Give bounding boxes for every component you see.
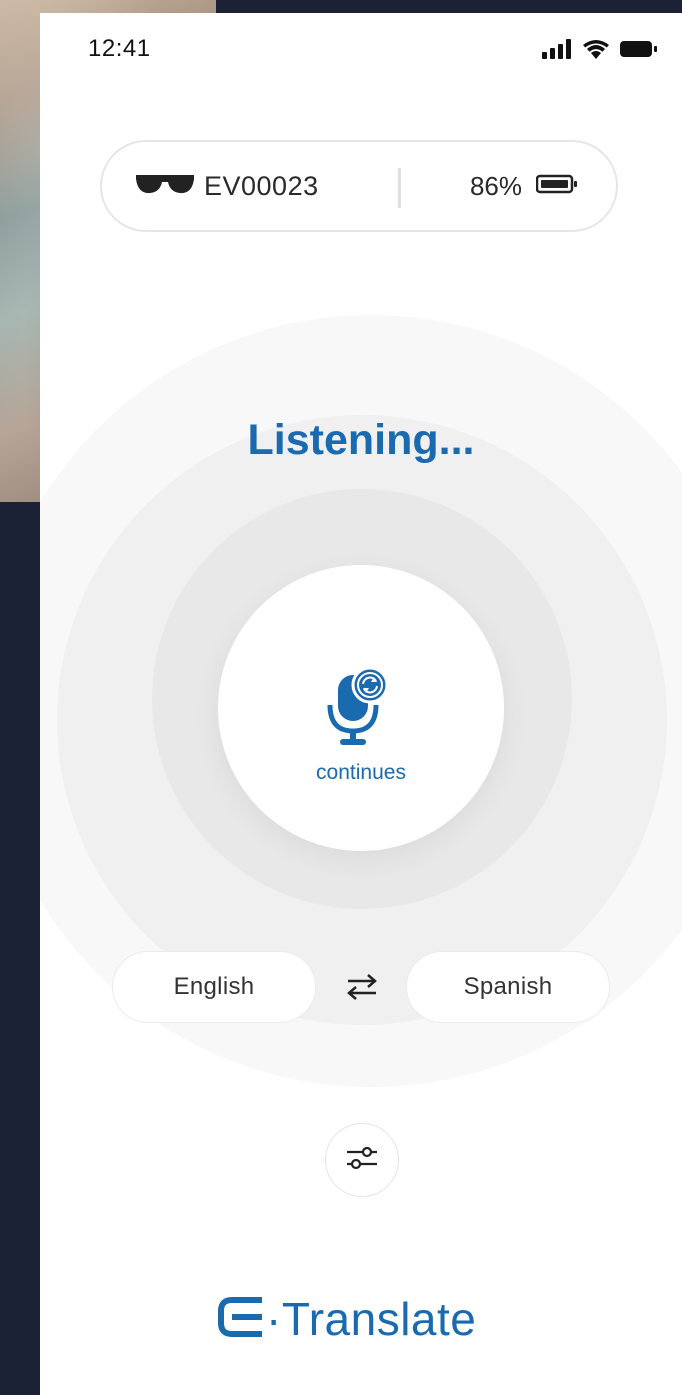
battery-icon: [620, 40, 658, 63]
battery-icon: [535, 174, 578, 199]
microphone-sync-icon: [326, 665, 396, 754]
app-logo: ·Translate: [218, 1289, 476, 1349]
target-language-button[interactable]: Spanish: [406, 951, 610, 1023]
sliders-icon: [345, 1144, 379, 1177]
pill-divider: [398, 168, 401, 208]
mic-mode-label: continues: [316, 761, 406, 784]
device-battery: 86%: [470, 142, 578, 230]
glasses-icon: [136, 172, 194, 201]
device-status-pill[interactable]: EV00023 86%: [100, 140, 618, 232]
swap-arrows-icon[interactable]: [344, 971, 380, 1008]
status-bar: 12:41: [40, 13, 682, 83]
source-language-button[interactable]: English: [112, 951, 316, 1023]
listening-status: Listening...: [247, 416, 475, 464]
phone-screen: 12:41 EV00023 86% Listening... continues…: [40, 13, 682, 1395]
device-info: EV00023: [136, 142, 319, 230]
settings-button[interactable]: [325, 1123, 399, 1197]
status-icons: [542, 39, 658, 64]
mic-button[interactable]: continues: [218, 565, 504, 851]
wifi-icon: [582, 39, 610, 64]
e-logo-icon: [218, 1296, 264, 1342]
logo-text: ·Translate: [266, 1293, 477, 1345]
battery-percent: 86%: [469, 170, 522, 201]
cellular-signal-icon: [542, 39, 572, 64]
device-id: EV00023: [204, 170, 319, 201]
status-time: 12:41: [88, 35, 151, 62]
